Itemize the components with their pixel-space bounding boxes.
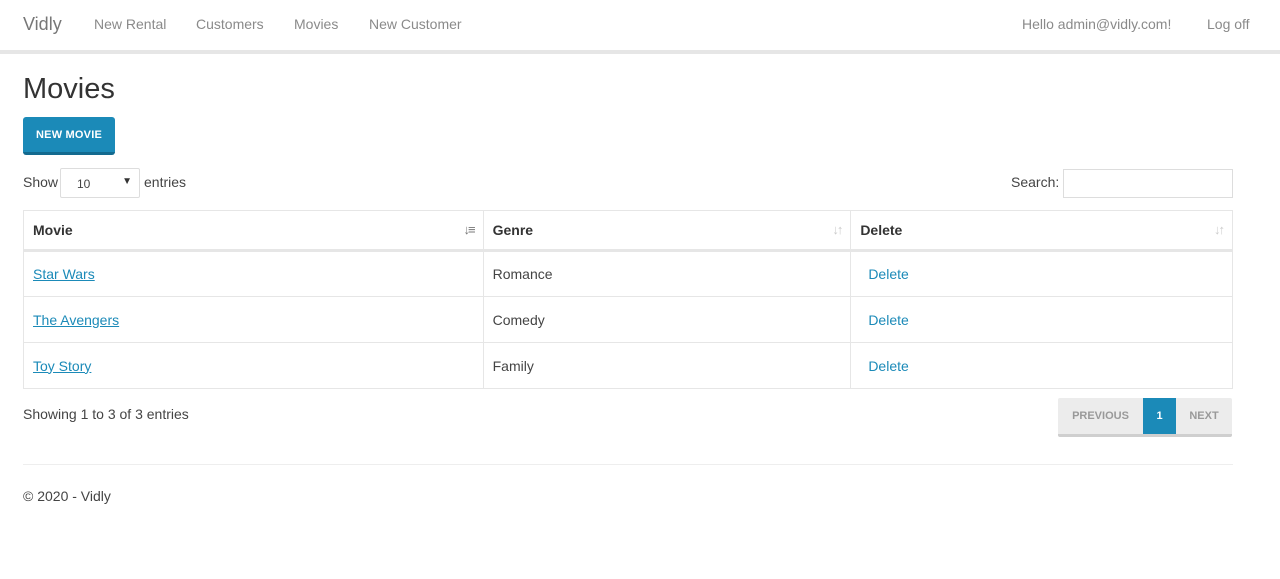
table-row: Star Wars Romance Delete — [23, 250, 1233, 297]
new-movie-button[interactable]: NEW MOVIE — [23, 117, 115, 155]
column-header-label: Genre — [492, 222, 534, 238]
entries-label: entries — [144, 174, 187, 190]
footer-text: © 2020 - Vidly — [23, 488, 111, 504]
sort-both-icon: ↓↑ — [1214, 222, 1225, 237]
delete-button[interactable]: Delete — [860, 312, 908, 328]
column-header-label: Movie — [33, 222, 73, 238]
delete-cell: Delete — [850, 250, 1233, 297]
movie-link[interactable]: Star Wars — [33, 266, 95, 282]
table-header-row: Movie ↓≡ Genre ↓↑ Delete ↓↑ — [23, 210, 1233, 252]
delete-cell: Delete — [850, 342, 1233, 389]
column-header-delete[interactable]: Delete ↓↑ — [850, 210, 1233, 252]
column-header-genre[interactable]: Genre ↓↑ — [482, 210, 852, 252]
page-title: Movies — [23, 73, 115, 105]
delete-cell: Delete — [850, 296, 1233, 343]
sort-ascending-icon: ↓≡ — [463, 222, 476, 237]
log-off-link[interactable]: Log off — [1207, 16, 1250, 32]
user-greeting-link[interactable]: Hello admin@vidly.com! — [1022, 16, 1171, 32]
footer-divider — [23, 464, 1233, 465]
nav-new-customer[interactable]: New Customer — [369, 16, 462, 32]
search-input[interactable] — [1063, 169, 1233, 198]
genre-cell: Romance — [482, 250, 852, 297]
nav-new-rental[interactable]: New Rental — [94, 16, 166, 32]
delete-button[interactable]: Delete — [860, 266, 908, 282]
table-info: Showing 1 to 3 of 3 entries — [23, 406, 189, 422]
sort-both-icon: ↓↑ — [832, 222, 843, 237]
brand-link[interactable]: Vidly — [23, 14, 62, 35]
page-length-select[interactable]: 10 ▼ — [60, 168, 140, 198]
movie-cell: The Avengers — [23, 296, 484, 343]
movie-link[interactable]: Toy Story — [33, 358, 91, 374]
nav-movies[interactable]: Movies — [294, 16, 338, 32]
next-page-button[interactable]: NEXT — [1176, 398, 1232, 434]
movie-cell: Star Wars — [23, 250, 484, 297]
movie-cell: Toy Story — [23, 342, 484, 389]
table-row: The Avengers Comedy Delete — [23, 296, 1233, 343]
column-header-movie[interactable]: Movie ↓≡ — [23, 210, 484, 252]
genre-cell: Comedy — [482, 296, 852, 343]
pagination: PREVIOUS 1 NEXT — [1058, 398, 1232, 437]
delete-button[interactable]: Delete — [860, 358, 908, 374]
movie-link[interactable]: The Avengers — [33, 312, 119, 328]
genre-cell: Family — [482, 342, 852, 389]
previous-page-button[interactable]: PREVIOUS — [1058, 398, 1143, 434]
movies-table: Movie ↓≡ Genre ↓↑ Delete ↓↑ Star Wars Ro… — [23, 210, 1233, 389]
show-label: Show — [23, 174, 59, 190]
table-row: Toy Story Family Delete — [23, 342, 1233, 389]
search-label: Search: — [1011, 174, 1060, 190]
page-1-button[interactable]: 1 — [1143, 398, 1176, 434]
dropdown-caret-icon: ▼ — [122, 176, 132, 187]
nav-customers[interactable]: Customers — [196, 16, 264, 32]
page-length-value: 10 — [77, 177, 91, 191]
top-navbar: Vidly New Rental Customers Movies New Cu… — [0, 0, 1280, 54]
column-header-label: Delete — [860, 222, 903, 238]
